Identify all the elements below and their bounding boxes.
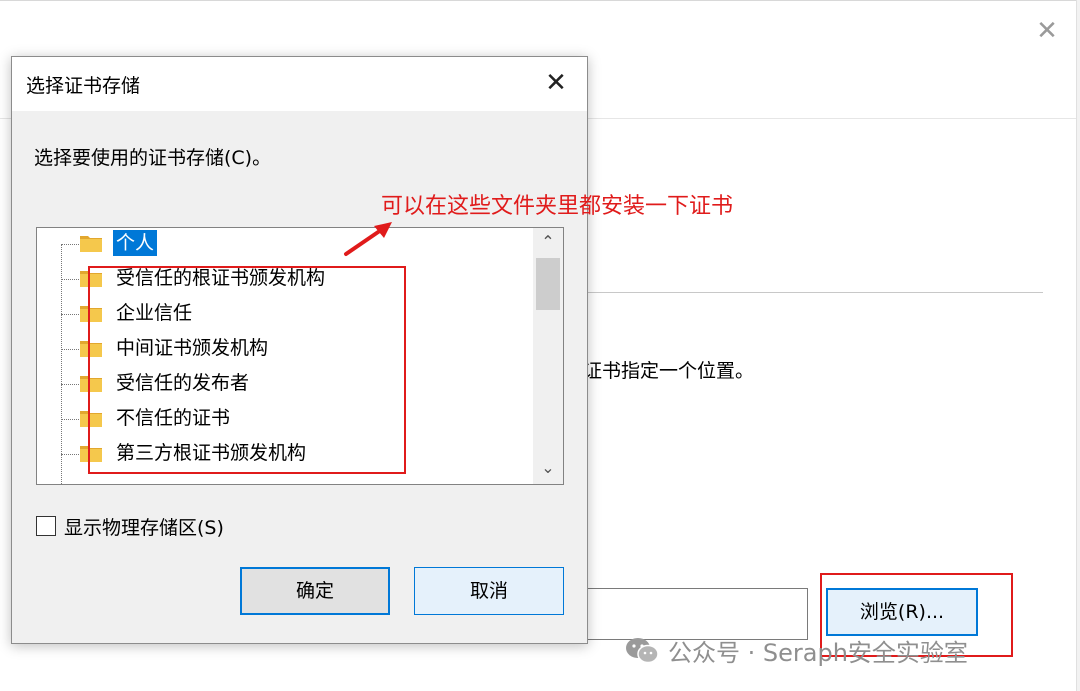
scroll-down-icon[interactable]: ⌄ [533, 454, 563, 482]
annotation-arrow-icon [344, 222, 392, 256]
wizard-description: 证书指定一个位置。 [583, 360, 755, 382]
tree-scrollbar[interactable]: ⌃ ⌄ [533, 228, 563, 484]
wechat-icon [626, 638, 659, 664]
scroll-up-icon[interactable]: ⌃ [533, 228, 563, 256]
folder-icon [80, 236, 102, 252]
tree-item-label: 个人 [113, 230, 158, 256]
dialog-prompt: 选择要使用的证书存储(C)。 [34, 147, 272, 169]
dialog-title: 选择证书存储 [26, 75, 141, 97]
show-physical-stores-label: 显示物理存储区(S) [64, 516, 224, 539]
watermark-text: 公众号 · Seraph安全实验室 [668, 638, 968, 667]
scroll-thumb[interactable] [536, 258, 560, 310]
dialog-close-icon[interactable]: ✕ [536, 66, 576, 102]
cancel-button[interactable]: 取消 [414, 567, 564, 615]
annotation-text: 可以在这些文件夹里都安装一下证书 [381, 194, 734, 219]
annotation-box-folders [88, 266, 406, 474]
wizard-close-icon[interactable]: ✕ [1030, 14, 1064, 48]
show-physical-stores-row[interactable]: 显示物理存储区(S) [36, 512, 224, 540]
tree-item[interactable]: 个人 [37, 228, 533, 260]
show-physical-stores-checkbox[interactable] [36, 516, 56, 536]
window-top-border [0, 0, 1080, 1]
ok-button[interactable]: 确定 [240, 567, 390, 615]
window-right-edge [1076, 0, 1080, 691]
wizard-section-divider [586, 292, 1043, 293]
watermark: 公众号 · Seraph安全实验室 [624, 632, 968, 668]
dialog-titlebar: 选择证书存储 ✕ [12, 57, 587, 111]
